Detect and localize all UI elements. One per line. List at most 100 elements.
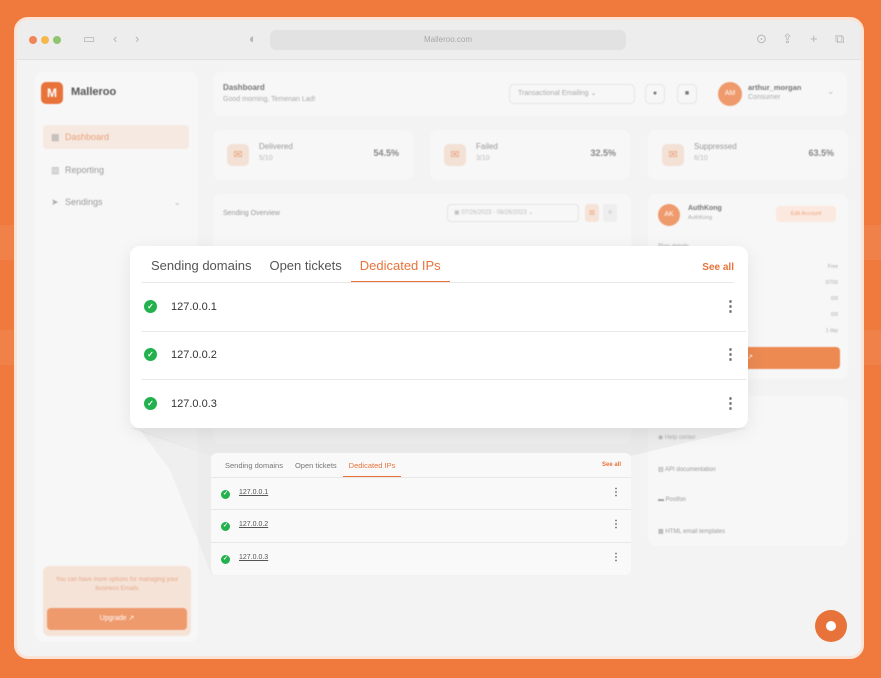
- chart-toggle-button[interactable]: ≡: [603, 204, 617, 222]
- tab-dedicated-ips[interactable]: Dedicated IPs: [342, 453, 402, 477]
- api-docs-icon: ▤: [658, 467, 664, 473]
- help-item[interactable]: ◉ Help center: [658, 434, 696, 441]
- sidebar-item-sendings[interactable]: ➤ Sendings ⌄: [43, 190, 189, 214]
- forward-icon[interactable]: ›: [135, 31, 139, 47]
- ip-address[interactable]: 127.0.0.2: [239, 521, 268, 528]
- check-icon: ✓: [144, 300, 157, 313]
- maximize-dot-icon[interactable]: [53, 36, 61, 44]
- postman-icon: ▬: [658, 497, 664, 503]
- minimize-dot-icon[interactable]: [41, 36, 49, 44]
- check-icon: ✓: [221, 555, 230, 564]
- sidebar-item-label: Sendings: [65, 197, 103, 207]
- ip-address[interactable]: 127.0.0.3: [171, 398, 217, 410]
- new-tab-icon[interactable]: +: [810, 31, 818, 47]
- stat-value: 6/10: [694, 155, 708, 162]
- sidebar-toggle-icon[interactable]: ▭: [83, 31, 95, 47]
- see-all-link[interactable]: See all: [702, 262, 734, 273]
- overview-title: Sending Overview: [223, 210, 280, 217]
- upgrade-button[interactable]: Upgrade ↗: [47, 608, 187, 630]
- notifications-button[interactable]: ■: [677, 84, 697, 104]
- tab-open-tickets[interactable]: Open tickets: [260, 246, 350, 282]
- sidebar-item-label: Reporting: [65, 165, 105, 175]
- browser-titlebar: ▭ ‹ › ◐ Malleroo.com ⊙ ⇪ + ⧉: [17, 20, 861, 60]
- help-item[interactable]: ▦ HTML email templates: [658, 528, 725, 535]
- ip-address[interactable]: 127.0.0.1: [239, 489, 268, 496]
- tab-dedicated-ips[interactable]: Dedicated IPs: [350, 246, 450, 282]
- kebab-menu-icon[interactable]: ⋮: [611, 552, 621, 563]
- ip-row: ✓ 127.0.0.3 ⋮: [142, 380, 746, 428]
- plan-row: 1 day: [825, 328, 838, 334]
- ip-address[interactable]: 127.0.0.2: [171, 349, 217, 361]
- avatar[interactable]: AM: [718, 82, 742, 106]
- tab-bar-small: Sending domains Open tickets Dedicated I…: [219, 453, 402, 477]
- greeting-text: Good morning, Temenan Lad!: [223, 96, 316, 103]
- url-text: Malleroo.com: [423, 35, 472, 44]
- theme-toggle-button[interactable]: ●: [645, 84, 665, 104]
- kebab-menu-icon[interactable]: ⋮: [611, 487, 621, 498]
- sidebar-item-reporting[interactable]: ▥ Reporting: [43, 158, 189, 182]
- plan-row: 0/0: [831, 312, 838, 318]
- help-item-label: API documentation: [665, 467, 716, 473]
- ip-row: ✓ 127.0.0.3 ⋮: [211, 543, 631, 575]
- ip-row: ✓ 127.0.0.1 ⋮: [211, 477, 631, 510]
- check-icon: ✓: [221, 490, 230, 499]
- stat-value: 5/10: [259, 155, 273, 162]
- kebab-menu-icon[interactable]: ⋮: [723, 345, 738, 363]
- brand-name: Malleroo: [71, 86, 117, 98]
- see-all-link[interactable]: See all: [602, 462, 621, 468]
- stat-card-suppressed: ✉ Suppressed 6/10 63.5%: [648, 130, 848, 180]
- privacy-icon[interactable]: ◐: [249, 31, 257, 47]
- help-item-label: Postfon: [665, 497, 687, 503]
- tab-bar: Sending domains Open tickets Dedicated I…: [142, 246, 450, 282]
- ip-row: ✓ 127.0.0.1 ⋮: [142, 283, 746, 332]
- stat-value: 3/10: [476, 155, 490, 162]
- download-icon[interactable]: ⊙: [756, 31, 767, 47]
- back-icon[interactable]: ‹: [113, 31, 117, 47]
- chevron-down-icon: ⌄: [173, 197, 181, 207]
- tab-sending-domains[interactable]: Sending domains: [219, 453, 289, 477]
- help-item[interactable]: ▬ Postfon: [658, 497, 686, 503]
- help-item-label: Help center: [664, 435, 696, 441]
- upgrade-text: You can have more options for managing y…: [55, 577, 179, 592]
- check-icon: ✓: [221, 522, 230, 531]
- delivered-icon: ✉: [227, 144, 249, 166]
- tab-open-tickets[interactable]: Open tickets: [289, 453, 343, 477]
- check-icon: ✓: [144, 348, 157, 361]
- ip-row: ✓ 127.0.0.2 ⋮: [211, 510, 631, 543]
- ip-address[interactable]: 127.0.0.1: [171, 301, 217, 313]
- plan-row: 0/700: [825, 280, 838, 286]
- plan-row: 0/0: [831, 296, 838, 302]
- chart-type-button[interactable]: ▤: [585, 204, 599, 222]
- template-icon: ▦: [658, 529, 664, 535]
- kebab-menu-icon[interactable]: ⋮: [611, 519, 621, 530]
- send-icon: ➤: [51, 197, 59, 207]
- upgrade-label: Upgrade: [99, 615, 127, 622]
- user-name: arthur_morgan: [748, 83, 802, 92]
- ip-address[interactable]: 127.0.0.3: [239, 554, 268, 561]
- sidebar-item-dashboard[interactable]: ▦ Dashboard: [43, 125, 189, 149]
- chart-icon: ▥: [51, 165, 60, 175]
- plan-row: Free: [827, 264, 838, 270]
- tab-sending-domains[interactable]: Sending domains: [142, 246, 260, 282]
- dedicated-ips-card-zoomed: Sending domains Open tickets Dedicated I…: [130, 246, 748, 428]
- stat-percent: 54.5%: [373, 148, 399, 158]
- check-icon: ✓: [144, 397, 157, 410]
- tabs-overview-icon[interactable]: ⧉: [835, 31, 844, 47]
- stat-percent: 63.5%: [808, 148, 834, 158]
- account-name: AuthKong: [688, 205, 722, 212]
- help-item-label: HTML email templates: [665, 529, 726, 535]
- stat-label: Failed: [476, 142, 498, 151]
- close-dot-icon[interactable]: [29, 36, 37, 44]
- emailing-type-dropdown[interactable]: Transactional Emailing ⌄: [509, 84, 635, 104]
- kebab-menu-icon[interactable]: ⋮: [723, 394, 738, 412]
- kebab-menu-icon[interactable]: ⋮: [723, 297, 738, 315]
- suppressed-icon: ✉: [662, 144, 684, 166]
- date-range-picker[interactable]: ▣ 07/26/2023 - 08/26/2023 ⌄: [447, 204, 579, 222]
- address-bar[interactable]: Malleroo.com: [270, 30, 626, 50]
- help-item[interactable]: ▤ API documentation: [658, 466, 716, 473]
- edit-account-button[interactable]: Edit Account: [776, 206, 836, 222]
- share-icon[interactable]: ⇪: [782, 31, 793, 47]
- stat-card-failed: ✉ Failed 3/10 32.5%: [430, 130, 630, 180]
- chat-fab-button[interactable]: [815, 610, 847, 642]
- ip-row: ✓ 127.0.0.2 ⋮: [142, 332, 746, 380]
